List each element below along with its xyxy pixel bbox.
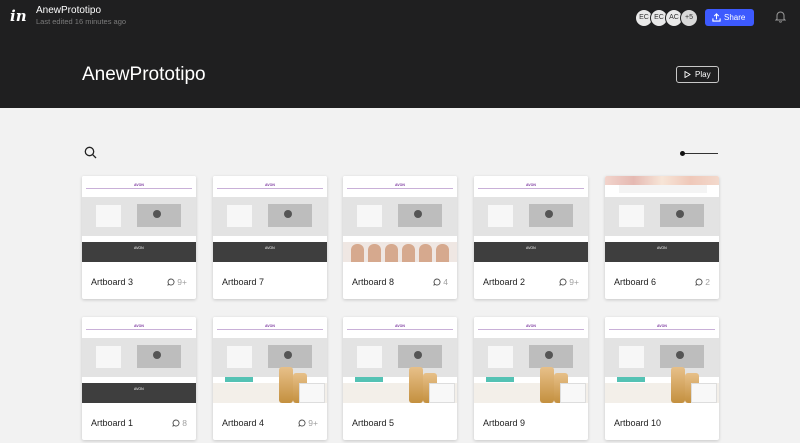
thumbnail-brand: AVON (395, 183, 405, 187)
artboard-name: Artboard 1 (91, 418, 134, 428)
thumbnail-footer-brand: AVON (526, 246, 536, 250)
invision-logo-icon[interactable]: in (10, 8, 27, 24)
artboard-card[interactable]: AVON AVON Artboard 2 9+ (474, 176, 588, 299)
thumbnail-footer-brand: AVON (134, 387, 144, 391)
last-edited-text: Last edited 16 minutes ago (36, 17, 127, 26)
share-icon (712, 13, 721, 22)
comment-icon (433, 278, 441, 286)
artboard-thumbnail[interactable]: AVON AVON (82, 317, 196, 403)
artboard-name: Artboard 3 (91, 277, 134, 287)
thumbnail-brand: AVON (265, 183, 275, 187)
artboard-name: Artboard 10 (614, 418, 662, 428)
artboard-name: Artboard 4 (222, 418, 265, 428)
comment-count[interactable]: 8 (172, 418, 187, 428)
thumbnail-brand: AVON (134, 183, 144, 187)
zoom-slider[interactable] (680, 151, 720, 156)
comment-icon (167, 278, 175, 286)
search-icon[interactable] (84, 146, 97, 159)
comment-count[interactable]: 4 (433, 277, 448, 287)
comment-icon (298, 419, 306, 427)
artboard-thumbnail[interactable]: AVON AVON (82, 176, 196, 262)
artboard-card[interactable]: AVON AVON Artboard 3 9+ (82, 176, 196, 299)
comment-count-value: 2 (705, 277, 710, 287)
comment-count-value: 9+ (177, 277, 187, 287)
thumbnail-brand: AVON (134, 324, 144, 328)
share-label: Share (724, 13, 746, 22)
page-title: AnewPrototipo (82, 64, 206, 85)
thumbnail-brand: AVON (657, 324, 667, 328)
comment-count-value: 9+ (569, 277, 579, 287)
comment-count[interactable]: 9+ (298, 418, 318, 428)
thumbnail-footer-brand: AVON (134, 246, 144, 250)
play-label: Play (695, 70, 711, 79)
artboard-card[interactable]: AVON Artboard 8 4 (343, 176, 457, 299)
artboard-thumbnail[interactable]: AVON (343, 317, 457, 403)
comment-count-value: 4 (443, 277, 448, 287)
artboard-thumbnail[interactable]: AVON (343, 176, 457, 262)
artboard-thumbnail[interactable]: AVON AVON (213, 176, 327, 262)
thumbnail-brand: AVON (526, 324, 536, 328)
artboard-card[interactable]: AVON AVON Artboard 1 8 (82, 317, 196, 440)
share-button[interactable]: Share (705, 9, 754, 26)
artboard-name: Artboard 7 (222, 277, 265, 287)
artboard-name: Artboard 8 (352, 277, 395, 287)
artboard-card[interactable]: AVON AVON Artboard 7 (213, 176, 327, 299)
zoom-slider-handle[interactable] (680, 151, 685, 156)
project-header: in AnewPrototipo Last edited 16 minutes … (0, 0, 800, 108)
artboard-thumbnail[interactable]: AVON (605, 317, 719, 403)
zoom-slider-track[interactable] (682, 152, 718, 154)
comment-icon (172, 419, 180, 427)
comment-count-value: 8 (182, 418, 187, 428)
artboard-thumbnail[interactable]: AVON (474, 317, 588, 403)
artboard-thumbnail[interactable]: AVON (213, 317, 327, 403)
artboard-thumbnail[interactable]: AVON (605, 176, 719, 262)
comment-count-value: 9+ (308, 418, 318, 428)
thumbnail-footer-brand: AVON (657, 246, 667, 250)
comment-count[interactable]: 9+ (559, 277, 579, 287)
artboard-name: Artboard 9 (483, 418, 526, 428)
artboard-name: Artboard 2 (483, 277, 526, 287)
play-button[interactable]: Play (676, 66, 719, 83)
thumbnail-footer-brand: AVON (265, 246, 275, 250)
thumbnail-brand: AVON (526, 183, 536, 187)
artboard-name: Artboard 5 (352, 418, 395, 428)
artboard-name: Artboard 6 (614, 277, 657, 287)
comment-count[interactable]: 2 (695, 277, 710, 287)
comment-count[interactable]: 9+ (167, 277, 187, 287)
more-avatars-badge[interactable]: +5 (680, 9, 698, 27)
artboard-card[interactable]: AVON Artboard 5 (343, 317, 457, 440)
thumbnail-brand: AVON (265, 324, 275, 328)
artboard-card[interactable]: AVON Artboard 9 (474, 317, 588, 440)
artboard-card[interactable]: AVON Artboard 4 9+ (213, 317, 327, 440)
thumbnail-brand: AVON (395, 324, 405, 328)
bell-icon[interactable] (775, 10, 786, 23)
artboard-thumbnail[interactable]: AVON AVON (474, 176, 588, 262)
artboard-card[interactable]: AVON Artboard 6 2 (605, 176, 719, 299)
play-icon (684, 71, 691, 78)
comment-icon (559, 278, 567, 286)
comment-icon (695, 278, 703, 286)
artboard-card[interactable]: AVON Artboard 10 (605, 317, 719, 440)
project-name: AnewPrototipo (36, 5, 102, 16)
